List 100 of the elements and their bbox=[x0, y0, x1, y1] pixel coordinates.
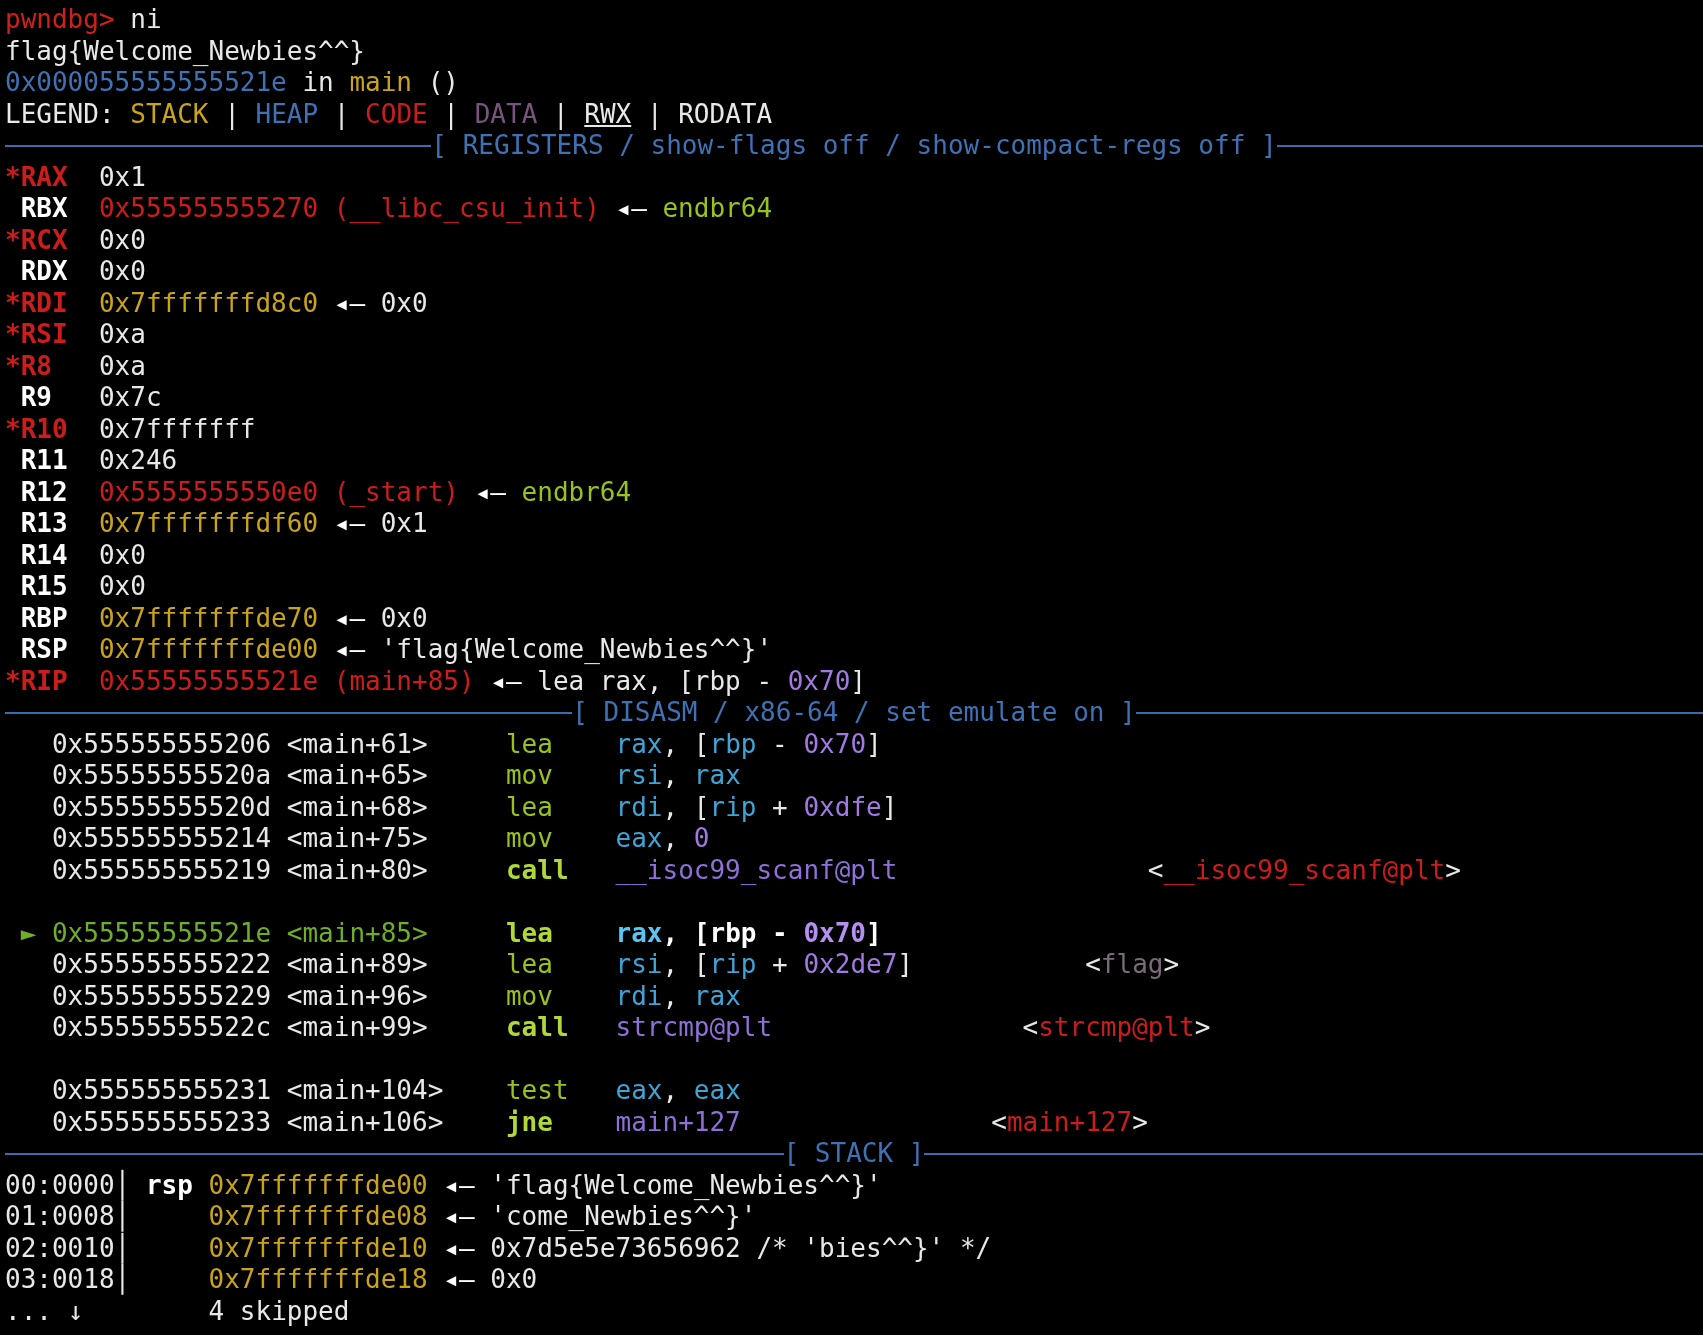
register-name: *RIP bbox=[5, 665, 68, 696]
instruction-text: endbr64 bbox=[521, 476, 632, 507]
operand-text: rax bbox=[693, 760, 741, 790]
terminal-text: │ bbox=[114, 1169, 131, 1200]
address-text: STACK bbox=[130, 98, 209, 129]
immediate-text: 0x70 bbox=[803, 917, 867, 948]
mnemonic-text: mov bbox=[505, 760, 553, 790]
register-name: *R8 bbox=[5, 350, 52, 381]
terminal-text: 01:0008 bbox=[5, 1201, 115, 1231]
mnemonic-text: lea bbox=[505, 949, 553, 979]
terminal-text: 0x0 bbox=[490, 1264, 538, 1294]
terminal-text: | bbox=[552, 98, 569, 129]
terminal-text: 0x0 bbox=[380, 602, 428, 633]
operand-text: eax bbox=[615, 1075, 663, 1105]
instruction-text: endbr64 bbox=[662, 193, 773, 223]
register-name: R11 bbox=[20, 445, 68, 475]
address-text: 0x7fffffffde00 bbox=[208, 1169, 428, 1200]
terminal-text: 0x555555555214 bbox=[51, 823, 272, 853]
current-address: 0x55555555521e bbox=[51, 917, 272, 948]
address-text: main+127 bbox=[1006, 1106, 1133, 1137]
terminal-text: 0x246 bbox=[98, 445, 178, 475]
register-name: *RAX bbox=[5, 161, 68, 192]
register-name: RSP bbox=[20, 634, 68, 664]
terminal-text: <main+75> bbox=[286, 823, 428, 853]
mnemonic-text: mov bbox=[505, 980, 553, 1011]
terminal-text: , [rbp - bbox=[662, 917, 788, 948]
terminal-text: + bbox=[772, 791, 788, 822]
operand-text: rsi bbox=[615, 760, 663, 790]
terminal-text: ... bbox=[5, 1295, 52, 1326]
terminal-text: 'flag{Welcome_Newbies^^}' bbox=[380, 634, 773, 664]
terminal-text: , bbox=[662, 1075, 679, 1105]
terminal-text: 00:0000 bbox=[5, 1169, 115, 1200]
address-text: 0x000055555555521e bbox=[5, 67, 287, 97]
address-text: CODE bbox=[365, 98, 428, 129]
immediate-text: 0x70 bbox=[803, 728, 867, 759]
arrow-text: ◂— bbox=[443, 1264, 475, 1294]
address-text: 0x7fffffffdf60 bbox=[98, 508, 319, 538]
branch-target: main+127 bbox=[615, 1106, 741, 1137]
legend-label: RWX bbox=[584, 98, 632, 129]
address-text: HEAP bbox=[255, 98, 319, 129]
mnemonic-text: lea bbox=[505, 917, 553, 948]
address-text: 0x7fffffffde08 bbox=[208, 1201, 428, 1231]
terminal-text: 0x0 bbox=[98, 571, 146, 601]
legend-label: DATA bbox=[474, 98, 538, 129]
terminal-text: │ bbox=[114, 1201, 131, 1231]
terminal-text: <main+99> bbox=[286, 1012, 428, 1042]
arrow-text: ◂— bbox=[443, 1201, 475, 1231]
register-name: RBP bbox=[20, 602, 68, 633]
current-address: <main+85> bbox=[286, 917, 428, 948]
terminal-text: 0xa bbox=[98, 319, 146, 349]
address-text: 0x55555555521e (main+85) bbox=[98, 665, 475, 696]
terminal-text: < bbox=[1085, 949, 1101, 979]
operand-text: eax bbox=[693, 1075, 741, 1105]
address-text: 0x5555555550e0 (_start) bbox=[98, 476, 459, 507]
terminal-text: () bbox=[427, 67, 459, 97]
prompt-text: pwndbg> bbox=[5, 4, 115, 34]
terminal-text: < bbox=[1147, 854, 1164, 885]
terminal-text: <main+89> bbox=[286, 949, 428, 979]
register-name: *R10 bbox=[5, 413, 68, 444]
terminal-text: │ bbox=[114, 1232, 131, 1263]
section-header: [ STACK ] bbox=[783, 1138, 925, 1170]
terminal-text: 0x555555555206 bbox=[51, 728, 272, 759]
mnemonic-text: lea bbox=[505, 791, 553, 822]
immediate-text: 0xdfe bbox=[803, 791, 882, 822]
branch-target: strcmp@plt bbox=[615, 1012, 773, 1042]
address-text: 0x7fffffffde18 bbox=[208, 1264, 428, 1294]
register-name: R13 bbox=[20, 508, 68, 538]
terminal-text: RODATA bbox=[678, 98, 773, 129]
terminal-text: 0x555555555229 bbox=[51, 980, 272, 1011]
address-text: 0x7fffffffde70 bbox=[98, 602, 319, 633]
register-name: R14 bbox=[20, 539, 68, 570]
terminal-text: 0x55555555520d bbox=[51, 791, 272, 822]
operand-text: rip bbox=[709, 791, 757, 822]
terminal-text: 'flag{Welcome_Newbies^^}' bbox=[490, 1169, 882, 1200]
terminal-text: 0x7d5e5e73656962 /* 'bies^^}' */ bbox=[490, 1232, 992, 1263]
terminal-text: 0xa bbox=[98, 350, 146, 381]
terminal-text: <main+106> bbox=[286, 1106, 444, 1137]
terminal-text: > bbox=[1163, 949, 1180, 979]
terminal-text: 0x0 bbox=[98, 256, 146, 286]
terminal-text: ] bbox=[881, 791, 898, 822]
terminal-text: 0x555555555233 bbox=[51, 1106, 272, 1137]
arrow-text: ◂— bbox=[490, 665, 522, 696]
mnemonic-text: test bbox=[505, 1075, 569, 1105]
terminal-text: ] bbox=[850, 665, 866, 696]
terminal-text: > bbox=[1445, 854, 1461, 885]
terminal-text: LEGEND: bbox=[5, 98, 115, 129]
register-name: R12 bbox=[20, 476, 68, 507]
register-name: *RSI bbox=[5, 319, 68, 349]
address-text: 0x7fffffffde10 bbox=[208, 1232, 428, 1263]
terminal-text: , bbox=[662, 823, 679, 853]
terminal-text: 0x55555555520a bbox=[51, 760, 272, 790]
mnemonic-text: call bbox=[505, 1012, 569, 1042]
terminal-text: , bbox=[662, 760, 679, 790]
terminal-text: 0x0 bbox=[98, 539, 146, 570]
terminal-text: <main+65> bbox=[286, 760, 428, 790]
terminal-text: │ bbox=[114, 1264, 131, 1294]
mnemonic-text: lea bbox=[505, 728, 553, 759]
terminal-text: 03:0018 bbox=[5, 1264, 115, 1294]
terminal-text: <main+80> bbox=[286, 854, 428, 885]
terminal-text: | bbox=[224, 98, 240, 129]
